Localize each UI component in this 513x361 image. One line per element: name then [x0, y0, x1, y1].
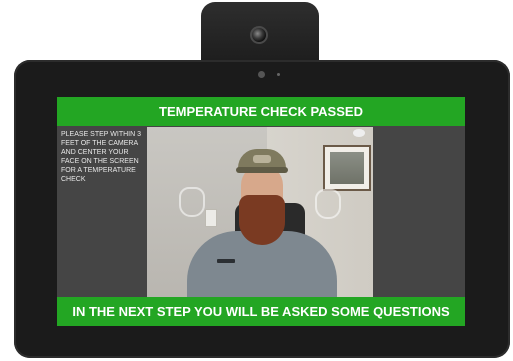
kiosk-screen: TEMPERATURE CHECK PASSED PLEASE STEP WIT… — [57, 97, 465, 326]
person-beard — [239, 195, 285, 245]
screen-side-panel — [373, 127, 465, 297]
next-step-banner: IN THE NEXT STEP YOU WILL BE ASKED SOME … — [57, 297, 465, 326]
cap-brim — [236, 167, 288, 173]
wall-picture-image — [330, 152, 364, 184]
sensor-dot-icon — [277, 73, 280, 76]
hand-guide-left-icon — [179, 187, 205, 217]
instruction-text: PLEASE STEP WITHIN 3 FEET OF THE CAMERA … — [61, 131, 142, 183]
shirt-logo — [217, 259, 235, 263]
wall-picture — [323, 145, 371, 191]
cap-patch — [253, 155, 271, 163]
status-banner: TEMPERATURE CHECK PASSED — [57, 97, 465, 126]
ceiling-light — [353, 129, 365, 137]
camera-mount — [201, 2, 319, 68]
light-switch — [205, 209, 217, 227]
hand-guide-right-icon — [315, 189, 341, 219]
camera-feed — [147, 127, 373, 297]
front-camera-icon — [258, 71, 265, 78]
camera-lens-icon — [250, 26, 268, 44]
